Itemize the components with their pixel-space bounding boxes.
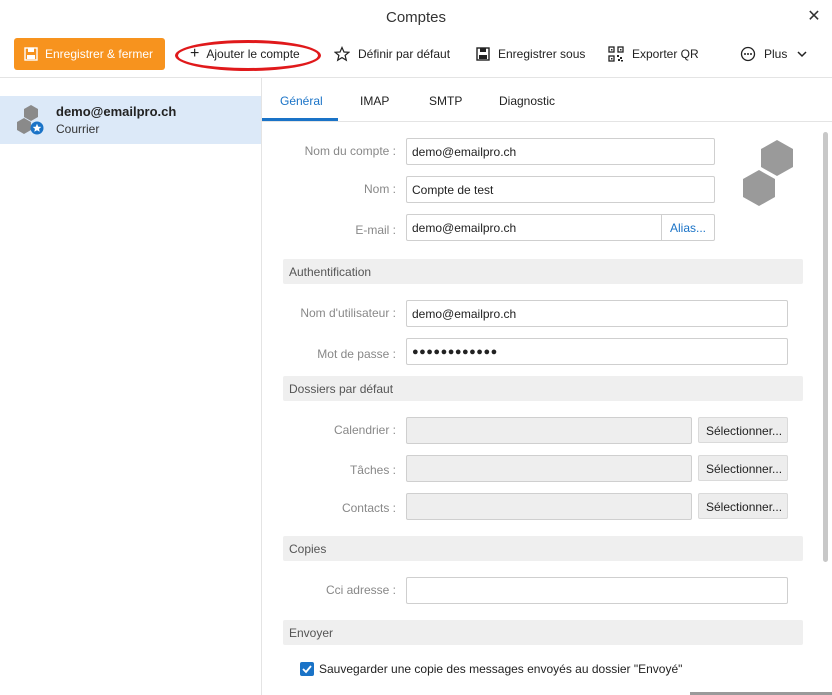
highlight-annotation [175, 40, 321, 71]
section-copies: Copies [283, 536, 803, 561]
export-qr-label: Exporter QR [632, 47, 699, 61]
tab-bar: Général IMAP SMTP Diagnostic [262, 78, 832, 122]
bcc-label: Cci adresse : [325, 583, 396, 597]
save-close-button[interactable]: Enregistrer & fermer [14, 38, 165, 70]
save-copy-checkbox[interactable] [300, 662, 314, 676]
alias-button[interactable]: Alias... [661, 214, 714, 241]
contacts-label: Contacts : [341, 501, 396, 515]
save-icon [476, 47, 490, 61]
password-input[interactable]: ●●●●●●●●●●●● [406, 338, 788, 365]
bcc-input[interactable] [406, 577, 788, 604]
set-default-button[interactable]: Définir par défaut [334, 40, 450, 68]
calendar-folder-field [406, 417, 692, 444]
save-as-button[interactable]: Enregistrer sous [476, 40, 585, 68]
tasks-folder-field [406, 455, 692, 482]
account-avatar-icon [17, 105, 44, 135]
name-input[interactable]: Compte de test [406, 176, 715, 203]
name-label: Nom : [363, 182, 396, 196]
calendar-label: Calendrier : [333, 423, 396, 437]
account-name: demo@emailpro.ch [56, 104, 177, 119]
section-authentication: Authentification [283, 259, 803, 284]
contacts-select-button[interactable]: Sélectionner... [698, 493, 788, 519]
set-default-label: Définir par défaut [358, 47, 451, 61]
username-input[interactable]: demo@emailpro.ch [406, 300, 788, 327]
toolbar: Enregistrer & fermer + Ajouter le compte… [0, 34, 832, 78]
tab-diagnostic[interactable]: Diagnostic [499, 94, 555, 108]
more-dots-icon [740, 46, 756, 62]
more-label: Plus [764, 47, 788, 61]
tasks-label: Tâches : [349, 463, 396, 477]
title-bar: Comptes ✕ [0, 0, 832, 34]
account-picture-icon[interactable] [741, 139, 795, 207]
star-icon [334, 46, 350, 62]
account-list-item[interactable]: demo@emailpro.ch Courrier [0, 96, 261, 144]
save-as-label: Enregistrer sous [498, 47, 586, 61]
checkmark-icon [302, 665, 312, 674]
save-icon [24, 47, 38, 61]
vertical-scrollbar[interactable] [823, 132, 828, 562]
username-label: Nom d'utilisateur : [300, 306, 396, 320]
window-title: Comptes [385, 9, 447, 26]
password-label: Mot de passe : [317, 347, 396, 361]
contacts-folder-field [406, 493, 692, 520]
account-name-label: Nom du compte : [304, 144, 396, 158]
export-qr-button[interactable]: Exporter QR [608, 40, 699, 68]
section-default-folders: Dossiers par défaut [283, 376, 803, 401]
calendar-select-button[interactable]: Sélectionner... [698, 417, 788, 443]
account-type: Courrier [56, 122, 100, 136]
tasks-select-button[interactable]: Sélectionner... [698, 455, 788, 481]
chevron-down-icon [797, 47, 807, 61]
save-close-label: Enregistrer & fermer [45, 47, 154, 61]
active-tab-indicator [262, 118, 338, 121]
tab-imap[interactable]: IMAP [360, 94, 389, 108]
email-label: E-mail : [355, 223, 396, 237]
email-value: demo@emailpro.ch [412, 221, 517, 235]
tab-general[interactable]: Général [280, 94, 323, 108]
account-sidebar: demo@emailpro.ch Courrier [0, 78, 262, 695]
qr-code-icon [608, 46, 624, 62]
more-menu-button[interactable]: Plus [740, 40, 807, 68]
tab-smtp[interactable]: SMTP [429, 94, 462, 108]
save-copy-label: Sauvegarder une copie des messages envoy… [319, 662, 683, 676]
account-name-input[interactable]: demo@emailpro.ch [406, 138, 715, 165]
close-icon[interactable]: ✕ [806, 6, 822, 25]
section-send: Envoyer [283, 620, 803, 645]
